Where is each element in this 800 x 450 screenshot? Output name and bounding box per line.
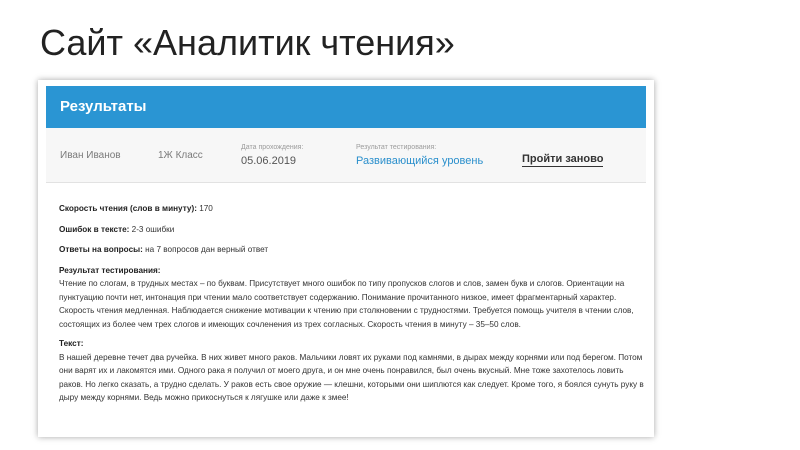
info-bar: Иван Иванов 1Ж Класс Дата прохождения: 0… <box>46 128 646 183</box>
card-header: Результаты <box>46 86 646 128</box>
card-header-title: Результаты <box>60 98 147 115</box>
speed-label: Скорость чтения (слов в минуту): <box>59 204 197 213</box>
student-class: 1Ж Класс <box>158 150 203 161</box>
speed-value: 170 <box>196 204 213 213</box>
answers-value: на 7 вопросов дан верный ответ <box>142 245 269 254</box>
results-card: Результаты Иван Иванов 1Ж Класс Дата про… <box>38 80 654 437</box>
errors-value: 2-3 ошибки <box>129 224 175 234</box>
answers-row: Ответы на вопросы: на 7 вопросов дан вер… <box>59 243 644 257</box>
result-level-link[interactable]: Развивающийся уровень <box>356 155 483 167</box>
retry-button[interactable]: Пройти заново <box>522 153 604 167</box>
date-label: Дата прохождения: <box>241 144 304 151</box>
errors-row: Ошибок в тексте: 2-3 ошибки <box>59 223 644 237</box>
date-value: 05.06.2019 <box>241 155 297 167</box>
result-label: Результат тестирования: <box>356 144 437 151</box>
slide-title: Сайт «Аналитик чтения» <box>40 22 455 63</box>
test-result-title: Результат тестирования: <box>59 265 161 275</box>
test-result-text: Чтение по слогам, в трудных местах – по … <box>59 279 634 329</box>
results-content: Скорость чтения (слов в минуту): 170 Оши… <box>59 202 644 411</box>
reading-text-title: Текст: <box>59 339 84 348</box>
student-name: Иван Иванов <box>60 150 121 161</box>
speed-row: Скорость чтения (слов в минуту): 170 <box>59 202 644 216</box>
errors-label: Ошибок в тексте: <box>59 224 130 234</box>
reading-text: В нашей деревне течет два ручейка. В них… <box>59 352 644 403</box>
answers-label: Ответы на вопросы: <box>59 245 143 254</box>
